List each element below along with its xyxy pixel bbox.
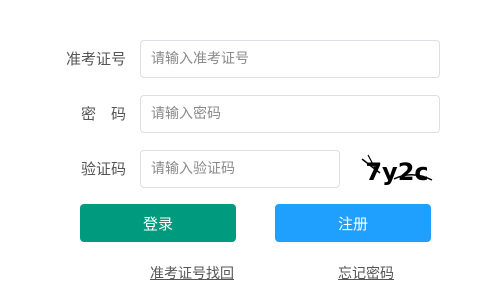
password-input[interactable] — [140, 95, 440, 133]
login-form: 准考证号 密 码 验证码 7y2c 登录 注册 准考证号找回 忘记密码 — [0, 0, 481, 293]
exam-number-label: 准考证号 — [65, 50, 126, 68]
captcha-image[interactable]: 7y2c — [360, 152, 434, 188]
forgot-password-link[interactable]: 忘记密码 — [338, 263, 394, 283]
captcha-label: 验证码 — [80, 160, 126, 178]
exam-number-input[interactable] — [140, 40, 440, 78]
password-label: 密 码 — [80, 105, 126, 123]
login-button[interactable]: 登录 — [80, 204, 236, 242]
register-button[interactable]: 注册 — [275, 204, 431, 242]
captcha-input[interactable] — [140, 150, 340, 188]
captcha-text: 7y2c — [365, 158, 428, 186]
recover-exam-number-link[interactable]: 准考证号找回 — [150, 263, 234, 283]
